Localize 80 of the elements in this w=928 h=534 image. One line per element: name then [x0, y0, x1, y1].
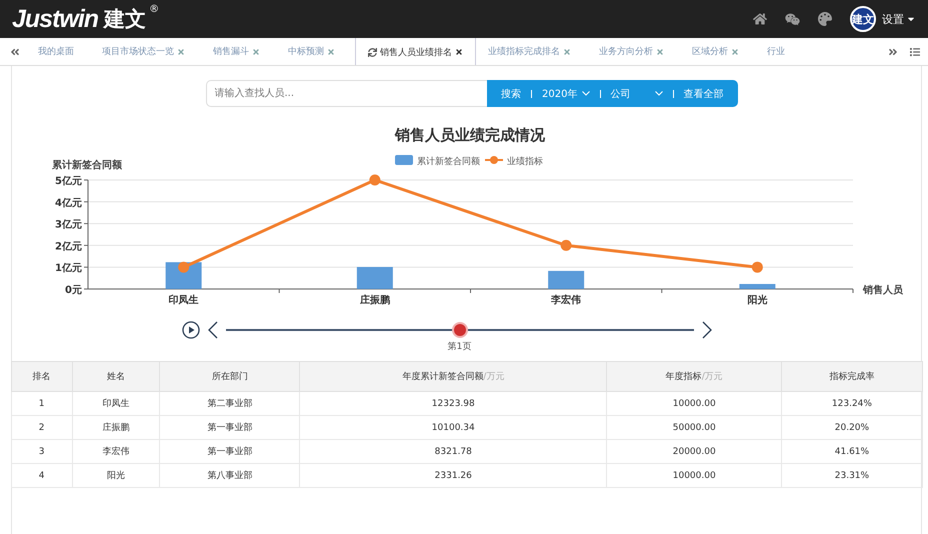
table-cell: 李宏伟 [72, 440, 160, 464]
page-label: 第1页 [448, 340, 472, 353]
x-axis-title: 销售人员 [862, 285, 902, 296]
search-field[interactable]: 请输入查找人员... [206, 80, 488, 107]
tab[interactable]: 销售人员业绩排名 [355, 38, 476, 65]
table-cell: 4 [11, 464, 72, 488]
legend-label: 业绩指标 [506, 157, 542, 167]
x-tick-label: 阳光 [746, 295, 767, 306]
chevron-down-icon[interactable] [654, 91, 662, 96]
table-cell: 10000.00 [606, 464, 782, 488]
search-button[interactable]: 搜索 [497, 86, 526, 100]
table-cell: 3 [11, 440, 72, 464]
y-axis-title: 累计新签合同额 [52, 160, 122, 171]
timeline-handle[interactable] [454, 324, 466, 336]
previous-icon[interactable] [208, 321, 218, 339]
x-tick-label: 庄振鹏 [359, 295, 390, 306]
logo: Justwin [12, 4, 98, 34]
view-all-button[interactable]: 查看全部 [680, 86, 728, 100]
scroll-right-icon[interactable] [888, 46, 898, 56]
table-cell: 20000.00 [606, 440, 782, 464]
chart-title: 销售人员业绩完成情况 [394, 126, 544, 144]
refresh-icon[interactable] [368, 48, 377, 56]
chat-bubbles-icon[interactable] [785, 12, 800, 26]
table-cell: 12323.98 [300, 392, 607, 416]
play-icon[interactable] [182, 321, 200, 339]
bar [548, 270, 584, 289]
table-cell: 50000.00 [606, 416, 782, 440]
table-cell: 23.31% [782, 464, 922, 488]
table-cell: 第一事业部 [160, 416, 300, 440]
y-tick-label: 4亿元 [54, 198, 82, 209]
settings-menu[interactable]: 设置 [882, 12, 916, 26]
scope-dropdown[interactable]: 公司 [606, 86, 666, 100]
y-tick-label: 2亿元 [54, 241, 82, 252]
legend-label: 累计新签合同额 [416, 157, 480, 167]
table-cell: 8321.78 [300, 440, 607, 464]
data-point [560, 240, 572, 251]
x-tick-label: 李宏伟 [550, 295, 581, 306]
registered-mark: ® [149, 4, 160, 15]
data-point [178, 262, 189, 273]
data-point [751, 262, 762, 273]
table-cell: 2 [11, 416, 72, 440]
close-icon[interactable] [455, 48, 463, 56]
table-cell: 阳光 [72, 464, 160, 488]
year-dropdown[interactable]: 2020年 [538, 86, 594, 100]
table-cell: 20.20% [782, 416, 922, 440]
column-header: 姓名 [72, 362, 160, 392]
scroll-left-icon[interactable] [10, 46, 20, 56]
column-header: 指标完成率 [782, 362, 922, 392]
logo-text: 建文 [104, 6, 146, 33]
table-cell: 10000.00 [606, 392, 782, 416]
y-tick-label: 5亿元 [54, 176, 82, 187]
palette-icon[interactable] [818, 12, 832, 26]
bar [356, 266, 392, 289]
column-header: 年度指标/万元 [606, 362, 782, 392]
table-cell: 印凤生 [72, 392, 160, 416]
y-tick-label: 3亿元 [54, 220, 82, 231]
table-cell: 第八事业部 [160, 464, 300, 488]
y-tick-label: 0元 [64, 285, 82, 296]
table-cell: 1 [11, 392, 72, 416]
column-header: 年度累计新签合同额/万元 [300, 362, 607, 392]
x-tick-label: 印凤生 [168, 295, 198, 306]
column-header: 所在部门 [160, 362, 300, 392]
home-icon[interactable] [753, 12, 767, 26]
chevron-down-icon[interactable] [582, 91, 590, 96]
avatar[interactable]: 建文 [850, 6, 876, 32]
table-cell: 庄振鹏 [72, 416, 160, 440]
y-tick-label: 1亿元 [54, 263, 82, 274]
bar [738, 284, 775, 289]
table-cell: 123.24% [782, 392, 922, 416]
table-cell: 第一事业部 [160, 440, 300, 464]
list-icon[interactable] [910, 46, 920, 56]
column-header: 排名 [11, 362, 72, 392]
table-cell: 第二事业部 [160, 392, 300, 416]
legend-line-icon [484, 156, 502, 164]
data-point [368, 174, 380, 186]
table-cell: 2331.26 [300, 464, 607, 488]
legend-swatch [394, 155, 412, 165]
table-cell: 41.61% [782, 440, 922, 464]
next-icon[interactable] [702, 321, 712, 339]
table-cell: 10100.34 [300, 416, 607, 440]
